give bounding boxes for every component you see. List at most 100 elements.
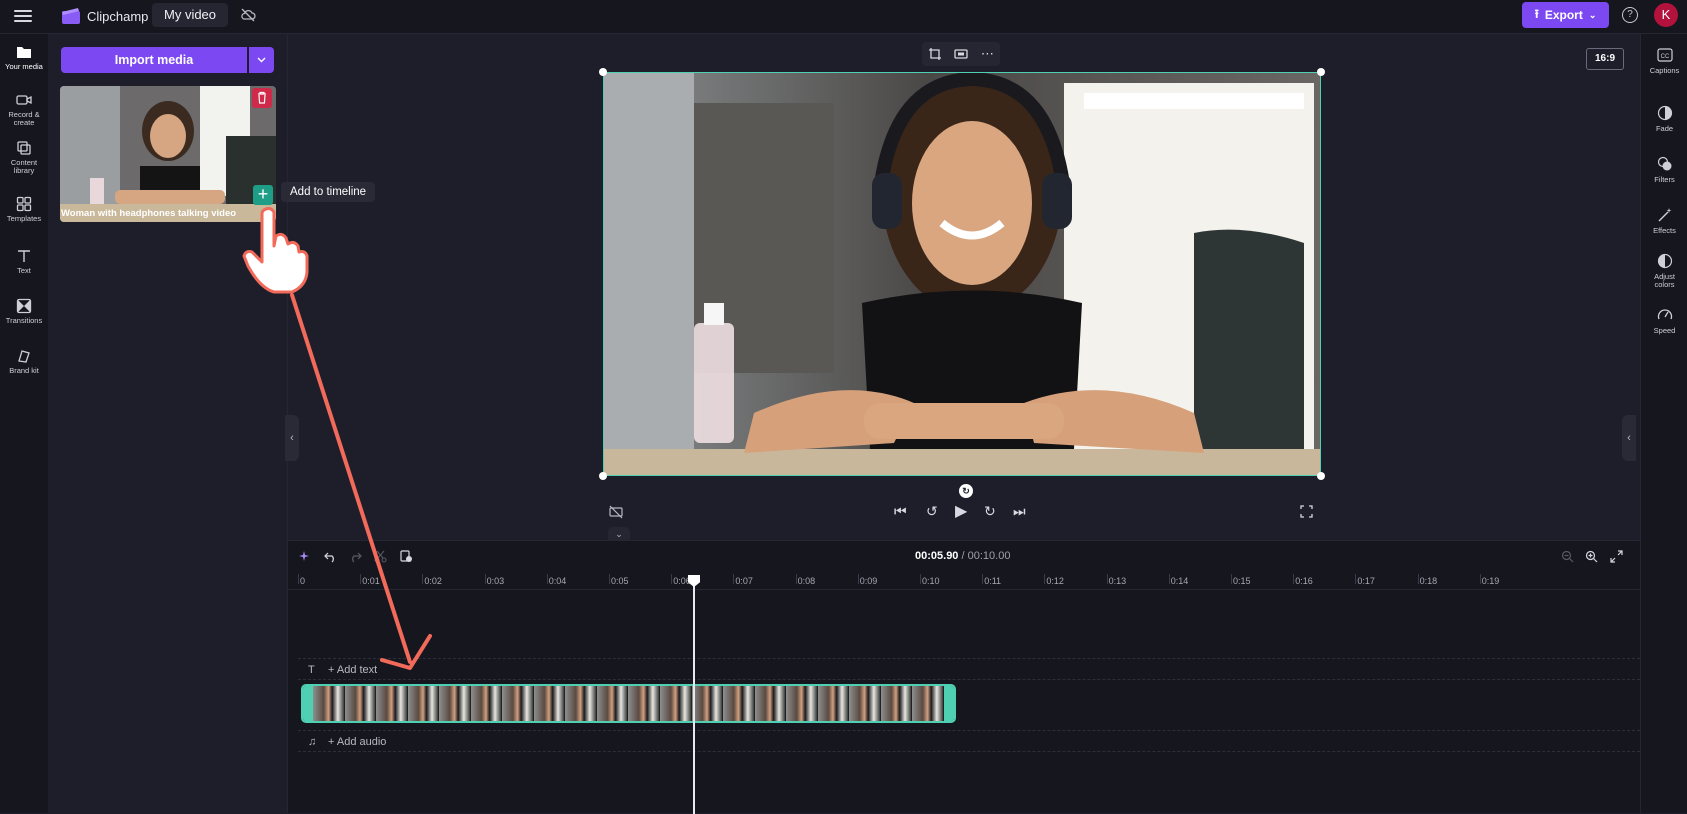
collapse-timeline-button[interactable]: ⌄ <box>608 527 630 541</box>
clip-trim-handle-right[interactable] <box>944 686 954 721</box>
timeline-toolbar: 00:05.90 / 00:10.00 <box>288 541 1640 571</box>
collapse-right-panel-button[interactable]: ‹ <box>1622 415 1636 461</box>
play-icon[interactable]: ▶ <box>955 501 967 520</box>
chevron-left-icon: ‹ <box>290 432 294 444</box>
skip-back-icon[interactable]: ⏮ <box>894 503 907 521</box>
nav-content-library[interactable]: Content library <box>0 140 48 175</box>
add-media-icon[interactable] <box>400 550 413 563</box>
transitions-icon <box>16 298 32 314</box>
import-dropdown-button[interactable] <box>249 47 274 73</box>
clip-frame <box>407 686 440 721</box>
audio-track[interactable]: ♫ + Add audio <box>298 730 1640 752</box>
project-title[interactable]: My video <box>152 3 229 27</box>
fit-icon[interactable] <box>954 47 969 61</box>
panel-captions[interactable]: CC Captions <box>1641 47 1687 75</box>
ruler-label: 0:14 <box>1170 576 1189 586</box>
media-thumbnail[interactable] <box>60 86 276 222</box>
hide-preview-icon[interactable] <box>609 505 623 519</box>
svg-text:CC: CC <box>1660 54 1669 60</box>
nav-label: Templates <box>6 214 42 223</box>
nav-transitions[interactable]: Transitions <box>0 298 48 325</box>
nav-templates[interactable]: Templates <box>0 196 48 223</box>
ruler-label: 0:02 <box>424 576 442 586</box>
resize-handle[interactable] <box>1317 472 1325 480</box>
fit-timeline-icon[interactable] <box>1610 550 1623 563</box>
clip-frame <box>470 686 503 721</box>
ruler-label: 0:04 <box>548 576 567 586</box>
rewind-5s-icon[interactable]: ↺ <box>926 503 938 521</box>
import-media-button[interactable]: Import media <box>61 47 247 73</box>
clip-frame <box>691 686 724 721</box>
ruler-label: 0:09 <box>859 576 878 586</box>
ruler-label: 0:19 <box>1481 576 1500 586</box>
ruler-tick <box>671 574 673 584</box>
clip-frame <box>880 686 913 721</box>
clip-frame <box>912 686 944 721</box>
export-button[interactable]: ⭱ Export ⌄ <box>1522 2 1609 28</box>
collapse-left-panel-button[interactable]: ‹ <box>285 415 299 461</box>
chevron-down-icon: ⌄ <box>1588 9 1597 20</box>
cloud-off-icon[interactable] <box>240 7 256 23</box>
aspect-ratio-button[interactable]: 16:9 <box>1586 48 1624 70</box>
plus-icon: + <box>257 184 269 204</box>
ruler-tick <box>920 574 921 584</box>
nav-brand-kit[interactable]: Brand kit <box>0 348 48 375</box>
video-preview[interactable] <box>603 72 1321 476</box>
more-options-icon[interactable]: ⋯ <box>981 46 994 62</box>
nav-text[interactable]: Text <box>0 248 48 275</box>
clip-frame <box>596 686 629 721</box>
fade-icon <box>1657 105 1672 121</box>
panel-label: Effects <box>1653 226 1676 235</box>
clip-frame <box>565 686 597 721</box>
ruler-tick <box>546 574 548 584</box>
chevron-left-icon: ‹ <box>1627 432 1631 444</box>
app-name: Clipchamp <box>87 9 149 24</box>
menu-icon[interactable] <box>14 8 32 24</box>
ruler-tick <box>1106 574 1108 584</box>
panel-filters[interactable]: Filters <box>1641 156 1687 184</box>
zoom-out-icon[interactable] <box>1561 550 1574 563</box>
panel-effects[interactable]: Effects <box>1641 207 1687 235</box>
ruler-label: 0:15 <box>1233 576 1251 586</box>
fullscreen-icon[interactable] <box>1300 505 1313 518</box>
panel-adjust-colors[interactable]: Adjust colors <box>1641 253 1687 289</box>
nav-your-media[interactable]: Your media <box>0 44 48 71</box>
hand-pointer-icon <box>242 206 309 294</box>
clip-trim-handle-left[interactable] <box>303 686 313 721</box>
crop-icon[interactable] <box>928 47 942 61</box>
split-icon[interactable] <box>374 550 387 563</box>
ruler-label: 0:13 <box>1108 576 1127 586</box>
panel-label: Filters <box>1654 175 1675 184</box>
forward-5s-icon[interactable]: ↻ <box>984 503 996 521</box>
nav-record-create[interactable]: Record & create <box>0 92 48 127</box>
captions-icon: CC <box>1656 48 1673 62</box>
ruler-tick <box>484 574 486 584</box>
add-to-timeline-button[interactable]: + <box>253 185 273 205</box>
avatar[interactable]: K <box>1654 3 1678 27</box>
text-track[interactable]: T + Add text <box>298 658 1640 680</box>
zoom-in-icon[interactable] <box>1585 550 1598 563</box>
rotate-icon[interactable]: ↻ <box>959 484 973 498</box>
timeline-ruler[interactable]: 0 0:01 0:02 0:03 0:04 0:05 0:06 0:07 0:08 0:09 0:1… <box>288 574 1640 590</box>
panel-speed[interactable]: Speed <box>1641 307 1687 335</box>
magic-icon[interactable] <box>298 550 311 563</box>
ruler-label: 0:10 <box>922 576 940 586</box>
ruler-label: 0:03 <box>486 576 505 586</box>
video-clip[interactable] <box>301 684 956 723</box>
panel-label: Captions <box>1649 66 1680 75</box>
add-audio-label[interactable]: + Add audio <box>328 736 386 748</box>
skip-forward-icon[interactable]: ⏭ <box>1013 503 1026 521</box>
help-icon[interactable]: ? <box>1622 7 1638 23</box>
add-text-label[interactable]: + Add text <box>328 664 377 676</box>
undo-icon[interactable] <box>324 550 337 563</box>
delete-button[interactable] <box>252 88 272 108</box>
ruler-label: 0:05 <box>611 576 629 586</box>
trash-icon <box>258 91 266 104</box>
resize-handle[interactable] <box>599 472 607 480</box>
resize-handle[interactable] <box>1317 68 1325 76</box>
playhead[interactable] <box>693 575 695 814</box>
panel-fade[interactable]: Fade <box>1641 105 1687 133</box>
library-icon <box>17 141 31 155</box>
redo-icon[interactable] <box>349 550 362 563</box>
resize-handle[interactable] <box>599 68 607 76</box>
